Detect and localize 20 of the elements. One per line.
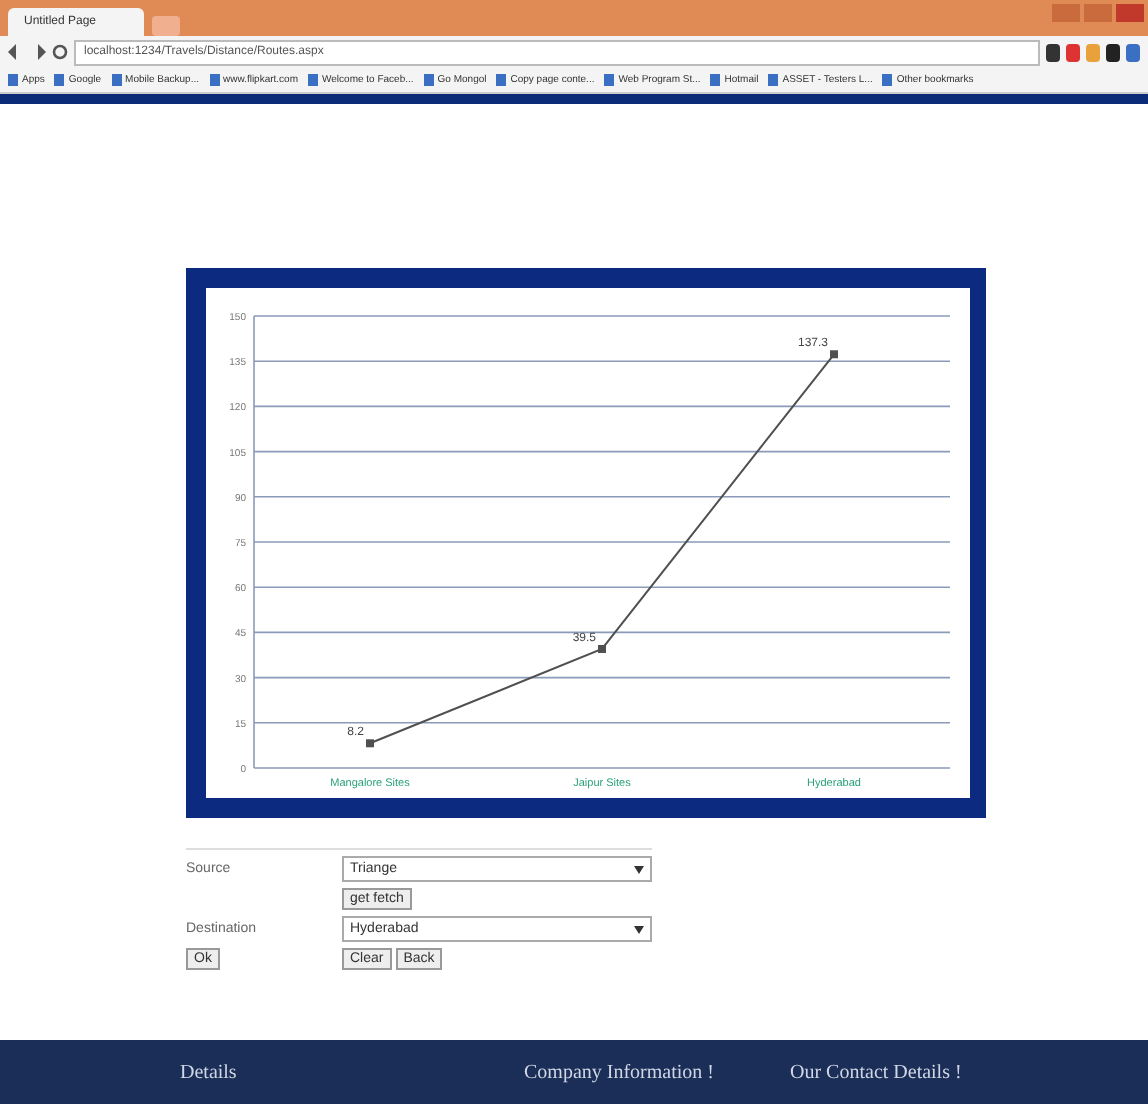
bookmark-icon bbox=[604, 74, 615, 86]
footer-link[interactable]: Details bbox=[180, 1061, 237, 1083]
bookmark-icon bbox=[8, 74, 18, 86]
footer-link[interactable]: Our Contact Details ! bbox=[790, 1061, 962, 1083]
reload-icon[interactable] bbox=[52, 44, 68, 60]
caret-icon bbox=[634, 865, 644, 873]
bookmark-icon bbox=[209, 74, 219, 86]
bookmark-icon bbox=[54, 74, 65, 86]
bookmark-icon bbox=[496, 74, 507, 86]
bookmark-icon bbox=[710, 74, 721, 86]
bookmark-icon bbox=[423, 74, 434, 86]
data-point bbox=[830, 350, 838, 359]
bookmark-icon bbox=[308, 74, 319, 86]
bookmark-icon bbox=[882, 74, 893, 86]
caret-icon bbox=[634, 925, 644, 933]
data-point bbox=[366, 739, 374, 748]
footer-link[interactable]: Company Information ! bbox=[524, 1061, 714, 1083]
bookmark-icon bbox=[111, 74, 122, 86]
data-point bbox=[598, 644, 606, 653]
bookmark-icon bbox=[768, 74, 779, 86]
